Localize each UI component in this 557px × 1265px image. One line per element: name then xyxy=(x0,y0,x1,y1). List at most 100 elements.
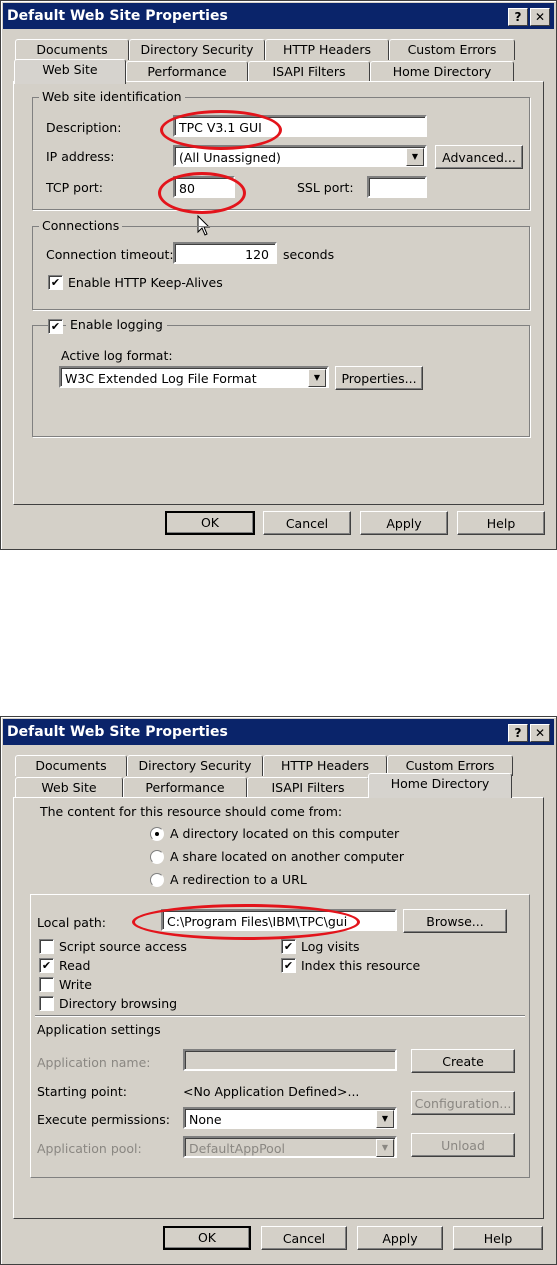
tab-http-headers[interactable]: HTTP Headers xyxy=(265,39,389,60)
help-button[interactable]: Help xyxy=(453,1226,543,1250)
separator xyxy=(35,1015,525,1017)
timeout-unit-label: seconds xyxy=(283,247,335,262)
tab-isapi-filters[interactable]: ISAPI Filters xyxy=(248,61,370,82)
local-path-group: Local path: C:\Program Files\IBM\TPC\gui… xyxy=(30,894,530,1178)
create-button[interactable]: Create xyxy=(411,1049,515,1073)
radio-url-redirection[interactable] xyxy=(150,873,164,887)
web-site-identification-group: Web site identification Description: TPC… xyxy=(32,89,530,210)
ip-address-value: (All Unassigned) xyxy=(179,150,281,165)
radio-url-redirection-label: A redirection to a URL xyxy=(170,872,307,887)
index-resource-checkbox[interactable]: ✔ xyxy=(281,958,296,973)
logging-group: ✔ Enable logging Active log format: W3C … xyxy=(32,317,530,437)
radio-local-directory[interactable] xyxy=(150,827,164,841)
execute-permissions-value: None xyxy=(189,1112,222,1127)
write-label: Write xyxy=(59,977,93,992)
dialog-title: Default Web Site Properties xyxy=(7,724,228,740)
web-site-properties-dialog-home-directory: Default Web Site Properties ? ✕ Document… xyxy=(0,716,557,1265)
connection-timeout-label: Connection timeout: xyxy=(46,247,174,262)
group-title: Connections xyxy=(39,218,123,233)
script-source-access-checkbox[interactable] xyxy=(39,939,54,954)
unload-button: Unload xyxy=(411,1133,515,1157)
log-visits-label: Log visits xyxy=(301,939,360,954)
title-bar: Default Web Site Properties ? ✕ xyxy=(3,3,554,29)
starting-point-label: Starting point: xyxy=(37,1084,127,1099)
close-icon[interactable]: ✕ xyxy=(530,724,550,742)
connection-timeout-input[interactable]: 120 xyxy=(173,242,277,264)
properties-button[interactable]: Properties... xyxy=(335,366,423,390)
tab-home-directory[interactable]: Home Directory xyxy=(368,773,512,798)
connections-group: Connections Connection timeout: 120 seco… xyxy=(32,218,530,310)
radio-local-directory-label: A directory located on this computer xyxy=(170,826,400,841)
execute-permissions-select[interactable]: None ▼ xyxy=(183,1107,397,1129)
log-format-value: W3C Extended Log File Format xyxy=(65,371,257,386)
apply-button[interactable]: Apply xyxy=(360,511,448,535)
keepalive-checkbox[interactable]: ✔ xyxy=(48,275,63,290)
application-pool-label: Application pool: xyxy=(37,1141,142,1156)
description-input[interactable]: TPC V3.1 GUI xyxy=(173,115,427,137)
tab-custom-errors[interactable]: Custom Errors xyxy=(389,39,515,60)
cancel-button[interactable]: Cancel xyxy=(263,511,351,535)
chevron-down-icon[interactable]: ▼ xyxy=(406,148,424,166)
description-label: Description: xyxy=(46,120,122,135)
radio-network-share-label: A share located on another computer xyxy=(170,849,404,864)
application-name-input xyxy=(183,1049,397,1071)
tab-panel: Web site identification Description: TPC… xyxy=(13,81,544,505)
application-pool-select: DefaultAppPool ▼ xyxy=(183,1136,397,1158)
tab-web-site[interactable]: Web Site xyxy=(15,777,123,798)
directory-browsing-label: Directory browsing xyxy=(59,996,178,1011)
help-button[interactable]: Help xyxy=(457,511,545,535)
browse-button[interactable]: Browse... xyxy=(403,909,507,933)
active-log-format-label: Active log format: xyxy=(61,348,173,363)
read-label: Read xyxy=(59,958,91,973)
close-icon[interactable]: ✕ xyxy=(530,8,550,26)
tab-web-site[interactable]: Web Site xyxy=(14,59,126,84)
keepalive-label: Enable HTTP Keep-Alives xyxy=(68,275,223,290)
read-checkbox[interactable]: ✔ xyxy=(39,958,54,973)
ssl-port-label: SSL port: xyxy=(297,180,354,195)
tab-directory-security[interactable]: Directory Security xyxy=(127,755,263,776)
enable-logging-label: Enable logging xyxy=(66,317,167,332)
help-icon[interactable]: ? xyxy=(508,724,528,742)
tab-performance[interactable]: Performance xyxy=(123,777,247,798)
index-resource-label: Index this resource xyxy=(301,958,421,973)
ok-button[interactable]: OK xyxy=(165,511,255,535)
log-visits-checkbox[interactable]: ✔ xyxy=(281,939,296,954)
configuration-button: Configuration... xyxy=(411,1091,515,1115)
content-source-prompt: The content for this resource should com… xyxy=(40,804,343,819)
application-settings-title: Application settings xyxy=(37,1022,161,1037)
radio-network-share[interactable] xyxy=(150,850,164,864)
group-title: Web site identification xyxy=(39,89,185,104)
tab-isapi-filters[interactable]: ISAPI Filters xyxy=(247,777,369,798)
tab-performance[interactable]: Performance xyxy=(126,61,248,82)
tcp-port-input[interactable]: 80 xyxy=(173,176,235,198)
log-format-select[interactable]: W3C Extended Log File Format ▼ xyxy=(59,366,329,388)
tab-directory-security[interactable]: Directory Security xyxy=(129,39,265,60)
enable-logging-checkbox[interactable]: ✔ xyxy=(48,319,63,334)
application-name-label: Application name: xyxy=(37,1055,151,1070)
directory-browsing-checkbox[interactable] xyxy=(39,996,54,1011)
tab-documents[interactable]: Documents xyxy=(15,39,129,60)
apply-button[interactable]: Apply xyxy=(357,1226,443,1250)
dialog-title: Default Web Site Properties xyxy=(7,8,228,24)
script-source-access-label: Script source access xyxy=(59,939,187,954)
ip-address-select[interactable]: (All Unassigned) ▼ xyxy=(173,145,427,167)
local-path-label: Local path: xyxy=(37,915,107,930)
starting-point-value: <No Application Defined>... xyxy=(183,1084,360,1099)
help-icon[interactable]: ? xyxy=(508,8,528,26)
cancel-button[interactable]: Cancel xyxy=(261,1226,347,1250)
application-pool-value: DefaultAppPool xyxy=(189,1141,285,1156)
tab-panel: The content for this resource should com… xyxy=(13,797,544,1219)
chevron-down-icon[interactable]: ▼ xyxy=(376,1110,394,1128)
local-path-input[interactable]: C:\Program Files\IBM\TPC\gui xyxy=(161,909,397,931)
tab-home-directory[interactable]: Home Directory xyxy=(370,61,514,82)
ssl-port-input[interactable] xyxy=(367,176,427,198)
write-checkbox[interactable] xyxy=(39,977,54,992)
chevron-down-icon: ▼ xyxy=(376,1139,394,1157)
ok-button[interactable]: OK xyxy=(163,1226,251,1250)
tcp-port-label: TCP port: xyxy=(46,180,103,195)
chevron-down-icon[interactable]: ▼ xyxy=(308,369,326,387)
advanced-button[interactable]: Advanced... xyxy=(435,145,523,169)
execute-permissions-label: Execute permissions: xyxy=(37,1112,170,1127)
ip-address-label: IP address: xyxy=(46,149,115,164)
tab-documents[interactable]: Documents xyxy=(15,755,127,776)
